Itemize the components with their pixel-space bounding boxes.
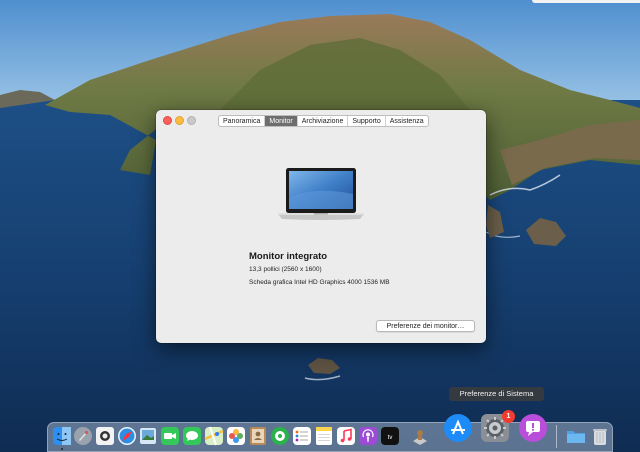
facetime-icon[interactable]	[160, 426, 180, 446]
dock-tooltip: Preferenze di Sistema	[449, 387, 544, 401]
apple-tv-icon[interactable]: tv	[380, 426, 400, 446]
tab-storage[interactable]: Archiviazione	[298, 116, 349, 126]
reminders-icon[interactable]	[292, 426, 312, 446]
photos-icon[interactable]	[226, 426, 246, 446]
podcasts-icon[interactable]	[358, 426, 378, 446]
feedback-assistant-icon[interactable]	[518, 413, 548, 443]
display-name: Monitor integrato	[249, 251, 328, 262]
notes-icon[interactable]	[314, 426, 334, 446]
about-this-mac-window: Panoramica Monitor Archiviazione Support…	[156, 110, 486, 343]
minimize-button[interactable]	[175, 116, 184, 125]
finder-running-indicator	[61, 448, 63, 450]
graphics-card: Scheda grafica Intel HD Graphics 4000 15…	[249, 279, 390, 286]
finder-icon[interactable]	[52, 426, 72, 446]
calendar-icon[interactable]	[270, 426, 290, 446]
photo-booth-icon[interactable]	[95, 426, 115, 446]
zoom-button[interactable]	[187, 116, 196, 125]
svg-text:tv: tv	[388, 435, 393, 441]
macbook-illustration	[278, 168, 364, 220]
tab-bar: Panoramica Monitor Archiviazione Support…	[218, 115, 429, 127]
maps-icon[interactable]	[204, 426, 224, 446]
contacts-icon[interactable]	[248, 426, 268, 446]
music-icon[interactable]	[336, 426, 356, 446]
display-preferences-button[interactable]: Preferenze dei monitor…	[376, 320, 475, 332]
dock-separator	[556, 425, 557, 448]
script-editor-icon[interactable]	[410, 426, 430, 446]
downloads-folder-icon[interactable]	[566, 426, 586, 446]
trash-icon[interactable]	[590, 426, 610, 446]
safari-icon[interactable]	[117, 426, 137, 446]
launchpad-icon[interactable]	[73, 426, 93, 446]
tab-overview[interactable]: Panoramica	[219, 116, 266, 126]
menu-bar-edge	[532, 0, 640, 3]
display-size-resolution: 13,3 pollici (2560 x 1600)	[249, 266, 322, 273]
app-store-icon[interactable]	[443, 413, 473, 443]
notification-badge: 1	[502, 410, 515, 423]
preview-icon[interactable]	[138, 426, 158, 446]
tab-service[interactable]: Assistenza	[386, 116, 428, 126]
window-titlebar[interactable]: Panoramica Monitor Archiviazione Support…	[156, 110, 486, 132]
messages-icon[interactable]	[182, 426, 202, 446]
tab-support[interactable]: Supporto	[348, 116, 386, 126]
close-button[interactable]	[163, 116, 172, 125]
tab-displays[interactable]: Monitor	[265, 116, 298, 126]
